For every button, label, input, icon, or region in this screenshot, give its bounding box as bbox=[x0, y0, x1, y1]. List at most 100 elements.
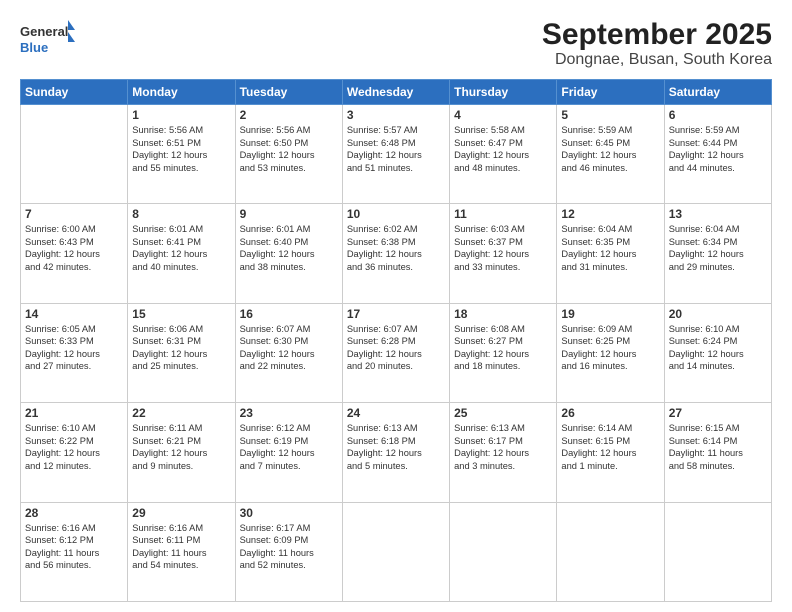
day-content: Sunrise: 6:05 AMSunset: 6:33 PMDaylight:… bbox=[25, 323, 123, 373]
calendar-day-12: 12 Sunrise: 6:04 AMSunset: 6:35 PMDayligh… bbox=[557, 204, 664, 303]
day-content: Sunrise: 6:10 AMSunset: 6:22 PMDaylight:… bbox=[25, 422, 123, 472]
calendar-day-10: 10 Sunrise: 6:02 AMSunset: 6:38 PMDayligh… bbox=[342, 204, 449, 303]
day-number: 1 bbox=[132, 108, 230, 122]
logo-svg: General Blue bbox=[20, 18, 75, 60]
calendar-day-29: 29 Sunrise: 6:16 AMSunset: 6:11 PMDayligh… bbox=[128, 502, 235, 601]
day-content: Sunrise: 6:04 AMSunset: 6:34 PMDaylight:… bbox=[669, 223, 767, 273]
day-content: Sunrise: 6:16 AMSunset: 6:11 PMDaylight:… bbox=[132, 522, 230, 572]
calendar-day-3: 3 Sunrise: 5:57 AMSunset: 6:48 PMDaylight… bbox=[342, 105, 449, 204]
day-content: Sunrise: 6:00 AMSunset: 6:43 PMDaylight:… bbox=[25, 223, 123, 273]
day-number: 16 bbox=[240, 307, 338, 321]
calendar-day-24: 24Sunrise: 6:13 AMSunset: 6:18 PMDayligh… bbox=[342, 403, 449, 502]
day-content: Sunrise: 6:08 AMSunset: 6:27 PMDaylight:… bbox=[454, 323, 552, 373]
day-number: 7 bbox=[25, 207, 123, 221]
day-content: Sunrise: 6:13 AMSunset: 6:17 PMDaylight:… bbox=[454, 422, 552, 472]
day-number: 17 bbox=[347, 307, 445, 321]
day-content: Sunrise: 6:07 AMSunset: 6:30 PMDaylight:… bbox=[240, 323, 338, 373]
day-number: 19 bbox=[561, 307, 659, 321]
calendar-day-6: 6 Sunrise: 5:59 AMSunset: 6:44 PMDaylight… bbox=[664, 105, 771, 204]
day-number: 9 bbox=[240, 207, 338, 221]
calendar-day-25: 25 Sunrise: 6:13 AMSunset: 6:17 PMDayligh… bbox=[450, 403, 557, 502]
calendar-day-22: 22 Sunrise: 6:11 AMSunset: 6:21 PMDayligh… bbox=[128, 403, 235, 502]
day-content: Sunrise: 6:17 AMSunset: 6:09 PMDaylight:… bbox=[240, 522, 338, 572]
day-content: Sunrise: 6:16 AMSunset: 6:12 PMDaylight:… bbox=[25, 522, 123, 572]
calendar-week-3: 14Sunrise: 6:05 AMSunset: 6:33 PMDayligh… bbox=[21, 303, 772, 402]
day-content: Sunrise: 5:59 AMSunset: 6:44 PMDaylight:… bbox=[669, 124, 767, 174]
calendar-header-row: SundayMondayTuesdayWednesdayThursdayFrid… bbox=[21, 80, 772, 105]
day-number: 30 bbox=[240, 506, 338, 520]
calendar-day-19: 19 Sunrise: 6:09 AMSunset: 6:25 PMDayligh… bbox=[557, 303, 664, 402]
day-number: 15 bbox=[132, 307, 230, 321]
svg-text:Blue: Blue bbox=[20, 40, 48, 55]
calendar-day-21: 21 Sunrise: 6:10 AMSunset: 6:22 PMDayligh… bbox=[21, 403, 128, 502]
day-number: 27 bbox=[669, 406, 767, 420]
day-number: 26 bbox=[561, 406, 659, 420]
calendar-empty bbox=[21, 105, 128, 204]
calendar-day-4: 4 Sunrise: 5:58 AMSunset: 6:47 PMDaylight… bbox=[450, 105, 557, 204]
calendar-day-13: 13 Sunrise: 6:04 AMSunset: 6:34 PMDayligh… bbox=[664, 204, 771, 303]
day-content: Sunrise: 6:12 AMSunset: 6:19 PMDaylight:… bbox=[240, 422, 338, 472]
calendar-day-16: 16 Sunrise: 6:07 AMSunset: 6:30 PMDayligh… bbox=[235, 303, 342, 402]
calendar-week-1: 1Sunrise: 5:56 AMSunset: 6:51 PMDaylight… bbox=[21, 105, 772, 204]
day-number: 22 bbox=[132, 406, 230, 420]
day-content: Sunrise: 6:01 AMSunset: 6:40 PMDaylight:… bbox=[240, 223, 338, 273]
day-number: 3 bbox=[347, 108, 445, 122]
day-number: 25 bbox=[454, 406, 552, 420]
day-content: Sunrise: 5:59 AMSunset: 6:45 PMDaylight:… bbox=[561, 124, 659, 174]
day-content: Sunrise: 6:02 AMSunset: 6:38 PMDaylight:… bbox=[347, 223, 445, 273]
day-content: Sunrise: 6:15 AMSunset: 6:14 PMDaylight:… bbox=[669, 422, 767, 472]
day-content: Sunrise: 6:09 AMSunset: 6:25 PMDaylight:… bbox=[561, 323, 659, 373]
day-number: 10 bbox=[347, 207, 445, 221]
calendar-day-17: 17 Sunrise: 6:07 AMSunset: 6:28 PMDayligh… bbox=[342, 303, 449, 402]
day-content: Sunrise: 6:01 AMSunset: 6:41 PMDaylight:… bbox=[132, 223, 230, 273]
day-number: 11 bbox=[454, 207, 552, 221]
day-content: Sunrise: 5:56 AMSunset: 6:50 PMDaylight:… bbox=[240, 124, 338, 174]
logo: General Blue bbox=[20, 18, 75, 60]
calendar-header-tuesday: Tuesday bbox=[235, 80, 342, 105]
day-content: Sunrise: 6:07 AMSunset: 6:28 PMDaylight:… bbox=[347, 323, 445, 373]
calendar-week-4: 21 Sunrise: 6:10 AMSunset: 6:22 PMDayligh… bbox=[21, 403, 772, 502]
day-number: 5 bbox=[561, 108, 659, 122]
calendar-day-7: 7 Sunrise: 6:00 AMSunset: 6:43 PMDaylight… bbox=[21, 204, 128, 303]
day-number: 6 bbox=[669, 108, 767, 122]
calendar-header-sunday: Sunday bbox=[21, 80, 128, 105]
calendar-empty bbox=[664, 502, 771, 601]
day-number: 24 bbox=[347, 406, 445, 420]
day-number: 18 bbox=[454, 307, 552, 321]
calendar-header-thursday: Thursday bbox=[450, 80, 557, 105]
day-content: Sunrise: 5:58 AMSunset: 6:47 PMDaylight:… bbox=[454, 124, 552, 174]
day-number: 28 bbox=[25, 506, 123, 520]
day-number: 20 bbox=[669, 307, 767, 321]
calendar-week-5: 28 Sunrise: 6:16 AMSunset: 6:12 PMDayligh… bbox=[21, 502, 772, 601]
day-number: 4 bbox=[454, 108, 552, 122]
calendar-day-15: 15 Sunrise: 6:06 AMSunset: 6:31 PMDayligh… bbox=[128, 303, 235, 402]
day-content: Sunrise: 6:04 AMSunset: 6:35 PMDaylight:… bbox=[561, 223, 659, 273]
calendar-day-9: 9 Sunrise: 6:01 AMSunset: 6:40 PMDaylight… bbox=[235, 204, 342, 303]
calendar-header-saturday: Saturday bbox=[664, 80, 771, 105]
header: General Blue September 2025 Dongnae, Bus… bbox=[20, 18, 772, 69]
day-number: 12 bbox=[561, 207, 659, 221]
day-number: 21 bbox=[25, 406, 123, 420]
calendar-day-5: 5 Sunrise: 5:59 AMSunset: 6:45 PMDaylight… bbox=[557, 105, 664, 204]
day-content: Sunrise: 6:10 AMSunset: 6:24 PMDaylight:… bbox=[669, 323, 767, 373]
svg-text:General: General bbox=[20, 24, 68, 39]
day-content: Sunrise: 6:11 AMSunset: 6:21 PMDaylight:… bbox=[132, 422, 230, 472]
calendar-header-friday: Friday bbox=[557, 80, 664, 105]
calendar-header-monday: Monday bbox=[128, 80, 235, 105]
calendar-day-8: 8 Sunrise: 6:01 AMSunset: 6:41 PMDaylight… bbox=[128, 204, 235, 303]
day-number: 29 bbox=[132, 506, 230, 520]
calendar-empty bbox=[342, 502, 449, 601]
day-content: Sunrise: 5:57 AMSunset: 6:48 PMDaylight:… bbox=[347, 124, 445, 174]
day-number: 8 bbox=[132, 207, 230, 221]
day-number: 13 bbox=[669, 207, 767, 221]
day-number: 23 bbox=[240, 406, 338, 420]
day-content: Sunrise: 6:03 AMSunset: 6:37 PMDaylight:… bbox=[454, 223, 552, 273]
page-title: September 2025 bbox=[542, 18, 772, 51]
calendar-empty bbox=[450, 502, 557, 601]
page-subtitle: Dongnae, Busan, South Korea bbox=[542, 51, 772, 69]
calendar-empty bbox=[557, 502, 664, 601]
calendar-day-11: 11 Sunrise: 6:03 AMSunset: 6:37 PMDayligh… bbox=[450, 204, 557, 303]
day-content: Sunrise: 6:06 AMSunset: 6:31 PMDaylight:… bbox=[132, 323, 230, 373]
calendar-day-18: 18 Sunrise: 6:08 AMSunset: 6:27 PMDayligh… bbox=[450, 303, 557, 402]
day-content: Sunrise: 6:14 AMSunset: 6:15 PMDaylight:… bbox=[561, 422, 659, 472]
